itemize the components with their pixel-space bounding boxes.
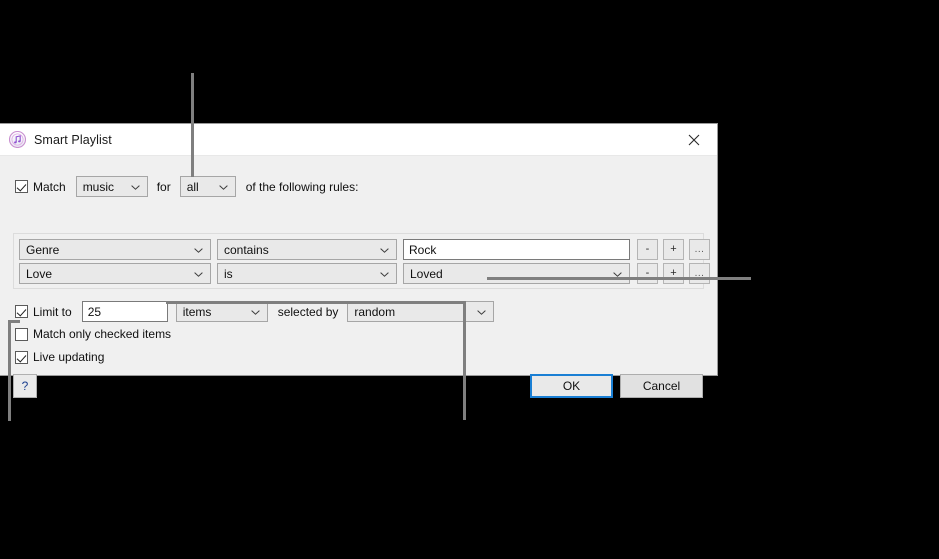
chevron-down-icon — [130, 184, 140, 190]
help-button[interactable]: ? — [13, 374, 37, 398]
media-kind-value: music — [82, 179, 115, 194]
media-kind-select[interactable]: music — [75, 176, 148, 197]
rules-panel: Genre contains Rock - + ... Love is Love… — [13, 233, 710, 289]
dialog-titlebar[interactable]: Smart Playlist — [0, 124, 717, 156]
chevron-down-icon — [218, 184, 228, 190]
itunes-music-note-icon — [8, 130, 27, 149]
limit-checkbox[interactable] — [15, 305, 28, 318]
rule-add-button[interactable]: + — [663, 263, 684, 284]
dialog-title: Smart Playlist — [34, 132, 112, 147]
chevron-down-icon — [477, 309, 487, 315]
rule-row: Love is Loved - + ... — [19, 263, 710, 284]
dialog-content: Match music for all of the following rul… — [0, 156, 717, 398]
rule-more-button[interactable]: ... — [689, 263, 710, 284]
rule-field-select[interactable]: Genre — [19, 239, 211, 260]
match-checkbox[interactable] — [15, 180, 28, 193]
limit-value-input[interactable]: 25 — [81, 301, 168, 322]
selected-by-label: selected by — [277, 304, 339, 319]
match-only-checked-row: Match only checked items — [15, 327, 171, 341]
selected-by-value: random — [354, 304, 396, 319]
rule-value-input[interactable]: Rock — [403, 239, 630, 260]
rule-operator-value: is — [224, 266, 233, 281]
rule-operator-value: contains — [224, 242, 269, 257]
match-row: Match music for all of the following rul… — [15, 176, 358, 197]
close-icon[interactable] — [671, 124, 717, 155]
rule-field-select[interactable]: Love — [19, 263, 211, 284]
rule-value-select[interactable]: Loved — [403, 263, 630, 284]
match-mode-value: all — [186, 179, 199, 194]
limit-unit-value: items — [182, 304, 212, 319]
chevron-down-icon — [613, 271, 622, 277]
rule-field-value: Love — [26, 266, 53, 281]
selected-by-select[interactable]: random — [347, 301, 495, 322]
live-updating-checkbox[interactable] — [15, 350, 28, 364]
following-rules-label: of the following rules: — [245, 179, 359, 194]
chevron-down-icon — [380, 247, 389, 253]
chevron-down-icon — [194, 247, 203, 253]
match-mode-select[interactable]: all — [179, 176, 236, 197]
live-updating-label: Live updating — [33, 350, 105, 364]
callout-line-match-only-checked-vertical — [463, 301, 466, 420]
ok-button[interactable]: OK — [530, 374, 613, 398]
match-label: Match — [33, 179, 66, 194]
callout-line-live-updating-vertical — [8, 320, 11, 421]
chevron-down-icon — [250, 309, 260, 315]
rule-value-text: Rock — [409, 242, 437, 257]
limit-unit-select[interactable]: items — [175, 301, 268, 322]
match-only-checked-checkbox[interactable] — [15, 327, 28, 341]
for-label: for — [156, 179, 171, 194]
live-updating-row: Live updating — [15, 350, 104, 364]
chevron-down-icon — [380, 271, 389, 277]
rule-row: Genre contains Rock - + ... — [19, 239, 710, 260]
callout-line-match-only-checked-horizontal — [166, 301, 466, 304]
match-only-checked-label: Match only checked items — [33, 327, 172, 341]
rule-operator-select[interactable]: is — [217, 263, 397, 284]
chevron-down-icon — [194, 271, 203, 277]
callout-line-selected-by — [487, 277, 751, 280]
rule-field-value: Genre — [26, 242, 60, 257]
limit-value-text: 25 — [87, 304, 102, 319]
rule-remove-button[interactable]: - — [637, 239, 658, 260]
limit-label: Limit to — [33, 304, 72, 319]
rule-operator-select[interactable]: contains — [217, 239, 397, 260]
rule-more-button[interactable]: ... — [689, 239, 710, 260]
cancel-button[interactable]: Cancel — [620, 374, 703, 398]
rule-value-text: Loved — [410, 266, 443, 281]
callout-line-match-mode — [191, 73, 194, 177]
rule-remove-button[interactable]: - — [637, 263, 658, 284]
limit-row: Limit to 25 items selected by random — [15, 301, 495, 322]
rule-add-button[interactable]: + — [663, 239, 684, 260]
smart-playlist-dialog: Smart Playlist Match music for all of th… — [0, 123, 718, 398]
